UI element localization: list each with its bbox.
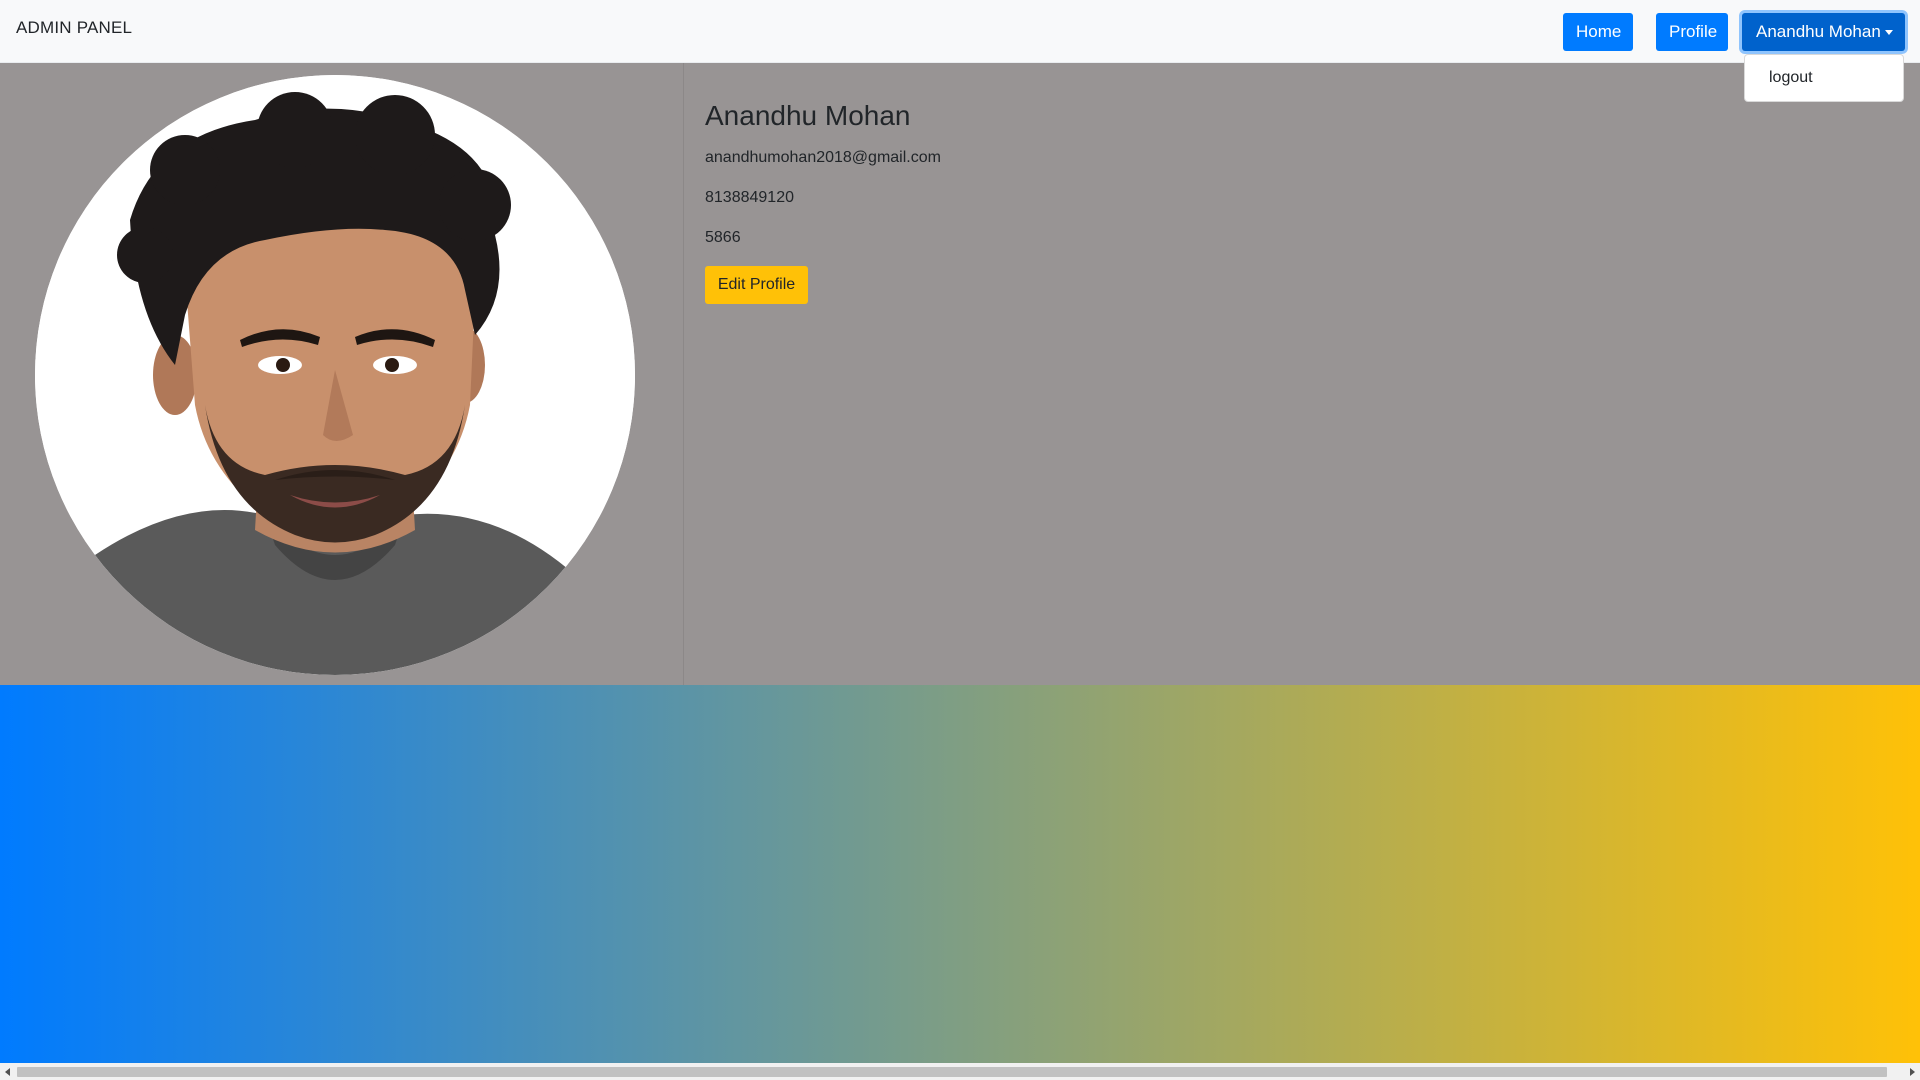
profile-code: 5866 xyxy=(705,229,741,246)
profile-name: Anandhu Mohan xyxy=(705,100,911,131)
horizontal-scrollbar[interactable] xyxy=(0,1063,1920,1080)
logout-menu-item[interactable]: logout xyxy=(1769,69,1813,87)
scroll-right-arrow-icon[interactable] xyxy=(1910,1068,1915,1076)
scroll-left-arrow-icon[interactable] xyxy=(5,1068,10,1076)
scrollbar-thumb[interactable] xyxy=(17,1067,1887,1077)
caret-down-icon xyxy=(1885,30,1893,35)
brand-title[interactable]: ADMIN PANEL xyxy=(16,18,132,38)
profile-avatar xyxy=(35,75,635,675)
home-button[interactable]: Home xyxy=(1563,13,1633,51)
avatar-column xyxy=(0,63,684,685)
user-menu-label: Anandhu Mohan xyxy=(1756,22,1881,41)
profile-section: Anandhu Mohan anandhumohan2018@gmail.com… xyxy=(0,63,1920,685)
edit-profile-button[interactable]: Edit Profile xyxy=(705,266,808,304)
profile-email: anandhumohan2018@gmail.com xyxy=(705,149,941,166)
navbar: ADMIN PANEL Home Profile Anandhu Mohan xyxy=(0,0,1920,63)
gradient-banner xyxy=(0,685,1920,1063)
profile-phone: 8138849120 xyxy=(705,189,794,206)
profile-button[interactable]: Profile xyxy=(1656,13,1728,51)
profile-photo-image xyxy=(35,75,635,675)
user-dropdown-menu: logout xyxy=(1744,54,1904,102)
user-menu-button[interactable]: Anandhu Mohan xyxy=(1742,13,1905,51)
